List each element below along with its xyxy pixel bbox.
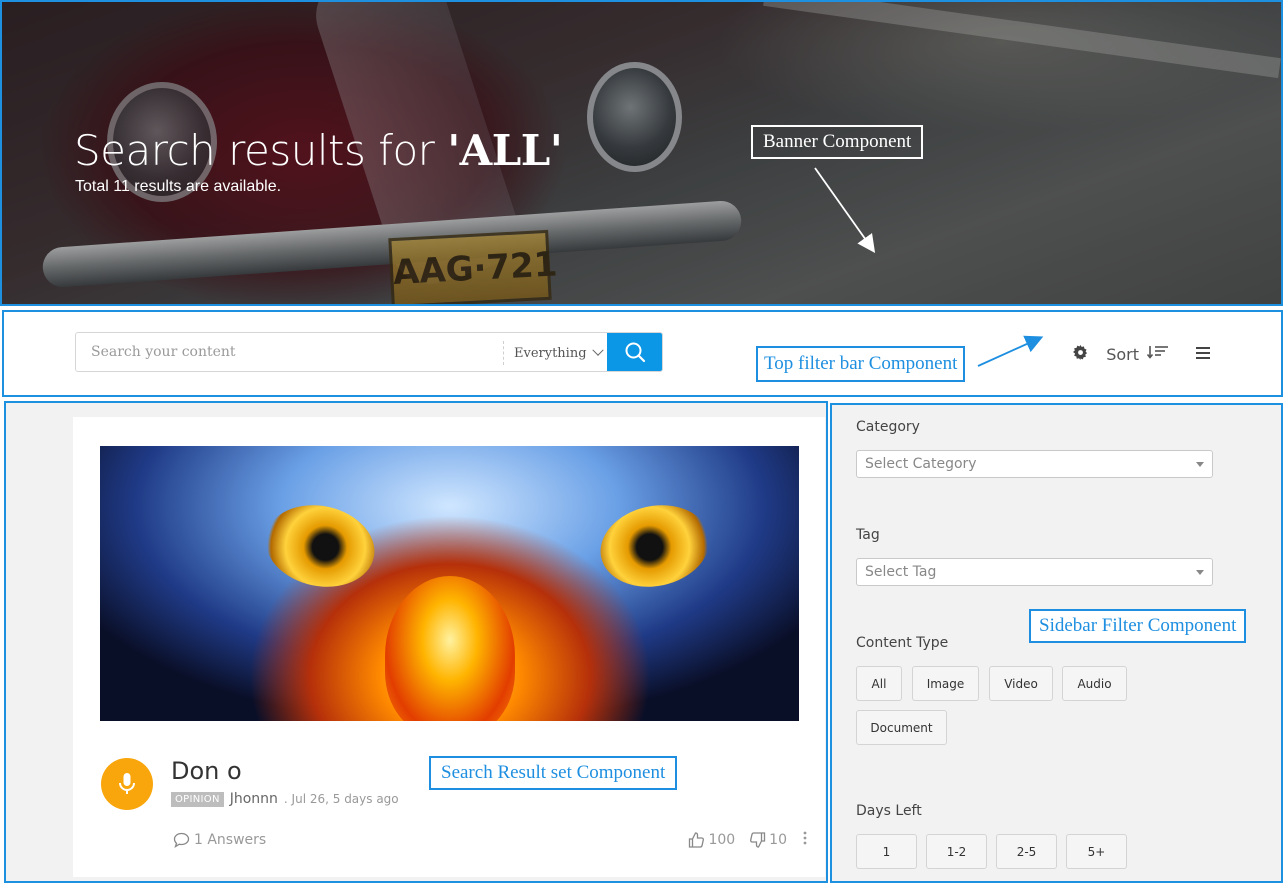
result-author[interactable]: Jhonnn [230,791,278,807]
search-input[interactable] [76,333,503,371]
search-icon [625,342,645,363]
tag-select-value: Select Tag [865,564,937,580]
search-scope-label: Everything [514,345,587,361]
upvote-button[interactable]: 100 [688,832,735,848]
result-date: . Jul 26, 5 days ago [283,792,399,806]
days-left-label: Days Left [856,803,922,819]
result-image[interactable] [100,446,799,721]
result-badge: OPINION [171,791,224,807]
upvote-count: 100 [708,832,736,848]
thumbs-down-icon [750,832,766,848]
vote-controls: 100 10 [688,831,807,849]
image-eagle-eye-left [257,495,383,597]
search-scope-dropdown[interactable]: Everything [503,341,607,365]
downvote-count: 10 [769,832,787,848]
days-left-1-2[interactable]: 1-2 [926,834,987,869]
search-query: 'ALL' [447,126,563,175]
annotation-results: Search Result set Component [429,756,678,790]
answers-count: 1 Answers [194,832,267,848]
category-label: Category [856,419,920,435]
avatar [101,758,153,810]
downvote-button[interactable]: 10 [749,832,787,848]
search-button[interactable] [607,333,662,371]
more-options-icon[interactable] [803,831,807,849]
content-type-document[interactable]: Document [856,710,947,745]
tag-select[interactable]: Select Tag [856,558,1213,586]
annotation-banner: Banner Component [751,125,924,159]
content-type-all[interactable]: All [856,666,902,701]
annotation-sidebar: Sidebar Filter Component [1029,609,1247,643]
image-eagle-eye-right [592,495,718,597]
banner: AAG·721 Search results for 'ALL' Total 1… [0,0,1283,306]
content-type-video[interactable]: Video [989,666,1053,701]
result-title[interactable]: Don o [171,757,242,785]
menu-icon[interactable] [1195,345,1211,364]
category-select-value: Select Category [865,456,977,472]
content-type-label: Content Type [856,635,949,651]
top-filter-bar: Everything Sort [2,310,1283,397]
search-results: Don o OPINION Jhonnn . Jul 26, 5 days ag… [4,401,828,883]
answers-link[interactable]: 1 Answers [173,832,266,848]
result-card[interactable]: Don o OPINION Jhonnn . Jul 26, 5 days ag… [73,417,825,877]
toolbar-actions: Sort [1073,344,1211,364]
results-count: Total 11 results are available. [75,178,282,195]
result-meta: OPINION Jhonnn . Jul 26, 5 days ago [171,791,399,807]
tag-label: Tag [856,527,880,543]
days-left-5-plus[interactable]: 5+ [1066,834,1127,869]
caret-down-icon [1196,570,1204,575]
search-box: Everything [75,332,663,372]
annotation-top-filter: Top filter bar Component [756,346,966,382]
title-prefix: Search results for [74,126,448,175]
image-eagle-beak [385,576,515,721]
gear-icon[interactable] [1073,344,1088,364]
sidebar-filter: Category Select Category Tag Select Tag … [830,403,1283,883]
content-type-audio[interactable]: Audio [1062,666,1127,701]
days-left-1[interactable]: 1 [856,834,917,869]
chevron-down-icon [591,344,604,356]
category-select[interactable]: Select Category [856,450,1213,478]
comment-icon [173,832,190,848]
content-type-image[interactable]: Image [912,666,979,701]
page-title: Search results for 'ALL' [74,126,563,175]
caret-down-icon [1196,462,1204,467]
days-left-2-5[interactable]: 2-5 [996,834,1057,869]
sort-icon[interactable] [1146,344,1169,364]
sort-label[interactable]: Sort [1106,345,1139,364]
thumbs-up-icon [689,832,705,848]
microphone-icon [119,773,135,794]
